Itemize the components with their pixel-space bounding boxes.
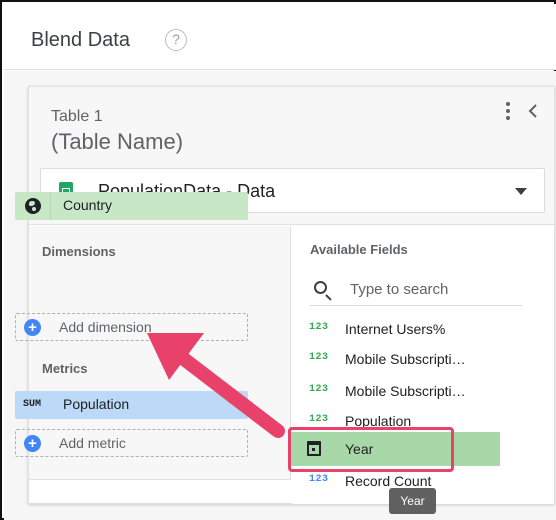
add-icon: + [24, 435, 41, 452]
add-icon: + [24, 319, 41, 336]
numeric-type-icon: 123 [309, 414, 329, 425]
collapse-chevron-icon[interactable] [525, 103, 541, 119]
dimensions-title: Dimensions [42, 244, 116, 259]
field-label: Mobile Subscripti… [345, 383, 466, 399]
dimension-icon-box [15, 192, 51, 220]
page-title: Blend Data [31, 29, 130, 51]
metrics-title: Metrics [42, 361, 88, 376]
more-options-icon[interactable] [502, 99, 514, 123]
add-dimension-button[interactable]: + Add dimension [15, 313, 248, 341]
table-label: Table 1 [51, 108, 103, 125]
field-search [310, 277, 522, 306]
search-icon [314, 281, 327, 294]
field-item[interactable]: 123 Mobile Subscripti… [299, 377, 499, 405]
numeric-type-icon: 123 [309, 384, 329, 395]
metric-chip-population[interactable]: SUM Population [15, 391, 248, 419]
add-dimension-label: Add dimension [59, 319, 152, 335]
tooltip: Year [389, 488, 436, 514]
dimension-label: Country [63, 197, 113, 213]
dropdown-arrow-icon[interactable] [515, 188, 527, 195]
add-metric-label: Add metric [59, 435, 126, 451]
metric-label: Population [63, 396, 130, 412]
aggregation-badge[interactable]: SUM [23, 399, 41, 410]
field-label: Internet Users% [345, 321, 446, 337]
field-label: Record Count [345, 473, 432, 489]
numeric-type-icon: 123 [309, 474, 329, 485]
highlight-box [288, 427, 454, 472]
numeric-type-icon: 123 [309, 322, 329, 333]
dimension-chip-country[interactable]: Country [15, 192, 248, 220]
available-fields-title: Available Fields [310, 242, 408, 257]
table-name-field[interactable]: (Table Name) [51, 129, 183, 155]
search-input[interactable] [350, 277, 520, 301]
top-bar: Blend Data ? [4, 4, 556, 70]
field-label: Mobile Subscripti… [345, 351, 466, 367]
numeric-type-icon: 123 [309, 352, 329, 363]
add-metric-button[interactable]: + Add metric [15, 429, 248, 457]
field-item[interactable]: 123 Mobile Subscripti… [299, 345, 499, 373]
help-icon[interactable]: ? [165, 29, 187, 51]
field-item[interactable]: 123 Internet Users% [299, 315, 499, 343]
globe-icon [25, 198, 41, 214]
